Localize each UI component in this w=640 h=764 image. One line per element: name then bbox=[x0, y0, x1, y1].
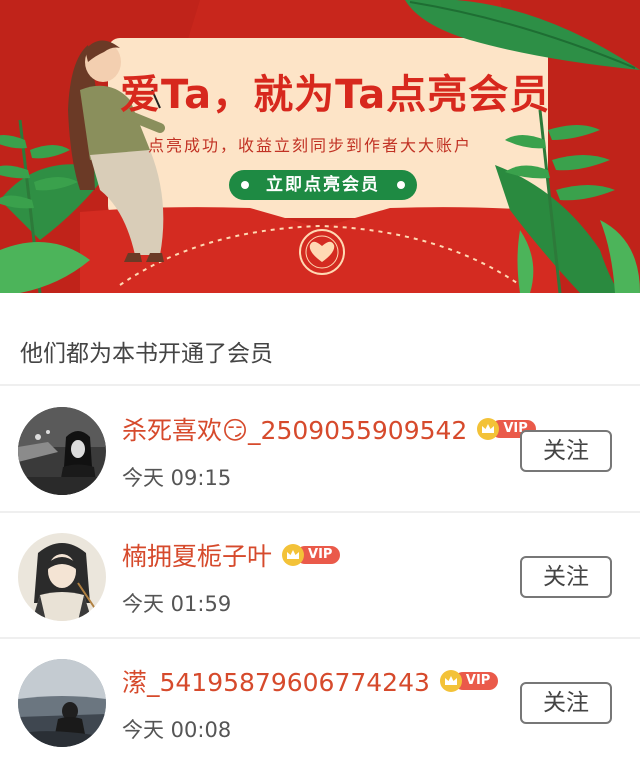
activate-membership-button[interactable]: 立即点亮会员 bbox=[229, 170, 417, 200]
avatar[interactable] bbox=[18, 407, 106, 495]
member-row[interactable]: 楠拥夏栀子叶 VIP 今天 01:59 关注 bbox=[0, 512, 640, 638]
username[interactable]: 潆_54195879606774243 bbox=[122, 663, 430, 699]
timestamp: 今天 09:15 bbox=[122, 466, 232, 490]
avatar[interactable] bbox=[18, 659, 106, 747]
dot-icon bbox=[241, 181, 249, 189]
member-row[interactable]: 杀死喜欢😏_2509055909542 VIP 今天 09:15 关注 bbox=[0, 386, 640, 512]
follow-button[interactable]: 关注 bbox=[520, 430, 612, 472]
banner-subtitle: 点亮成功，收益立刻同步到作者大大账户 bbox=[148, 136, 473, 155]
avatar[interactable] bbox=[18, 533, 106, 621]
banner-title: 爱Ta，就为Ta点亮会员 bbox=[120, 72, 551, 118]
section-title: 他们都为本书开通了会员 bbox=[20, 341, 273, 367]
promo-banner[interactable]: 爱Ta，就为Ta点亮会员 点亮成功，收益立刻同步到作者大大账户 立即点亮会员 bbox=[0, 0, 640, 293]
activate-membership-label: 立即点亮会员 bbox=[266, 175, 380, 195]
follow-button[interactable]: 关注 bbox=[520, 556, 612, 598]
crown-icon bbox=[282, 544, 305, 566]
username[interactable]: 杀死喜欢😏_2509055909542 bbox=[122, 411, 467, 447]
name-line: 楠拥夏栀子叶 VIP bbox=[122, 537, 341, 573]
username[interactable]: 楠拥夏栀子叶 bbox=[122, 537, 272, 573]
heart-seal-icon bbox=[299, 229, 345, 275]
vip-badge: VIP bbox=[282, 544, 341, 566]
follow-button[interactable]: 关注 bbox=[520, 682, 612, 724]
crown-icon bbox=[439, 670, 462, 692]
timestamp: 今天 00:08 bbox=[122, 718, 232, 742]
dot-icon bbox=[397, 181, 405, 189]
vip-badge: VIP bbox=[439, 670, 499, 692]
name-line: 杀死喜欢😏_2509055909542 VIP bbox=[122, 412, 536, 446]
timestamp: 今天 01:59 bbox=[122, 592, 232, 616]
name-line: 潆_54195879606774243 VIP bbox=[122, 663, 499, 699]
member-row[interactable]: 潆_54195879606774243 VIP 今天 00:08 关注 bbox=[0, 638, 640, 764]
